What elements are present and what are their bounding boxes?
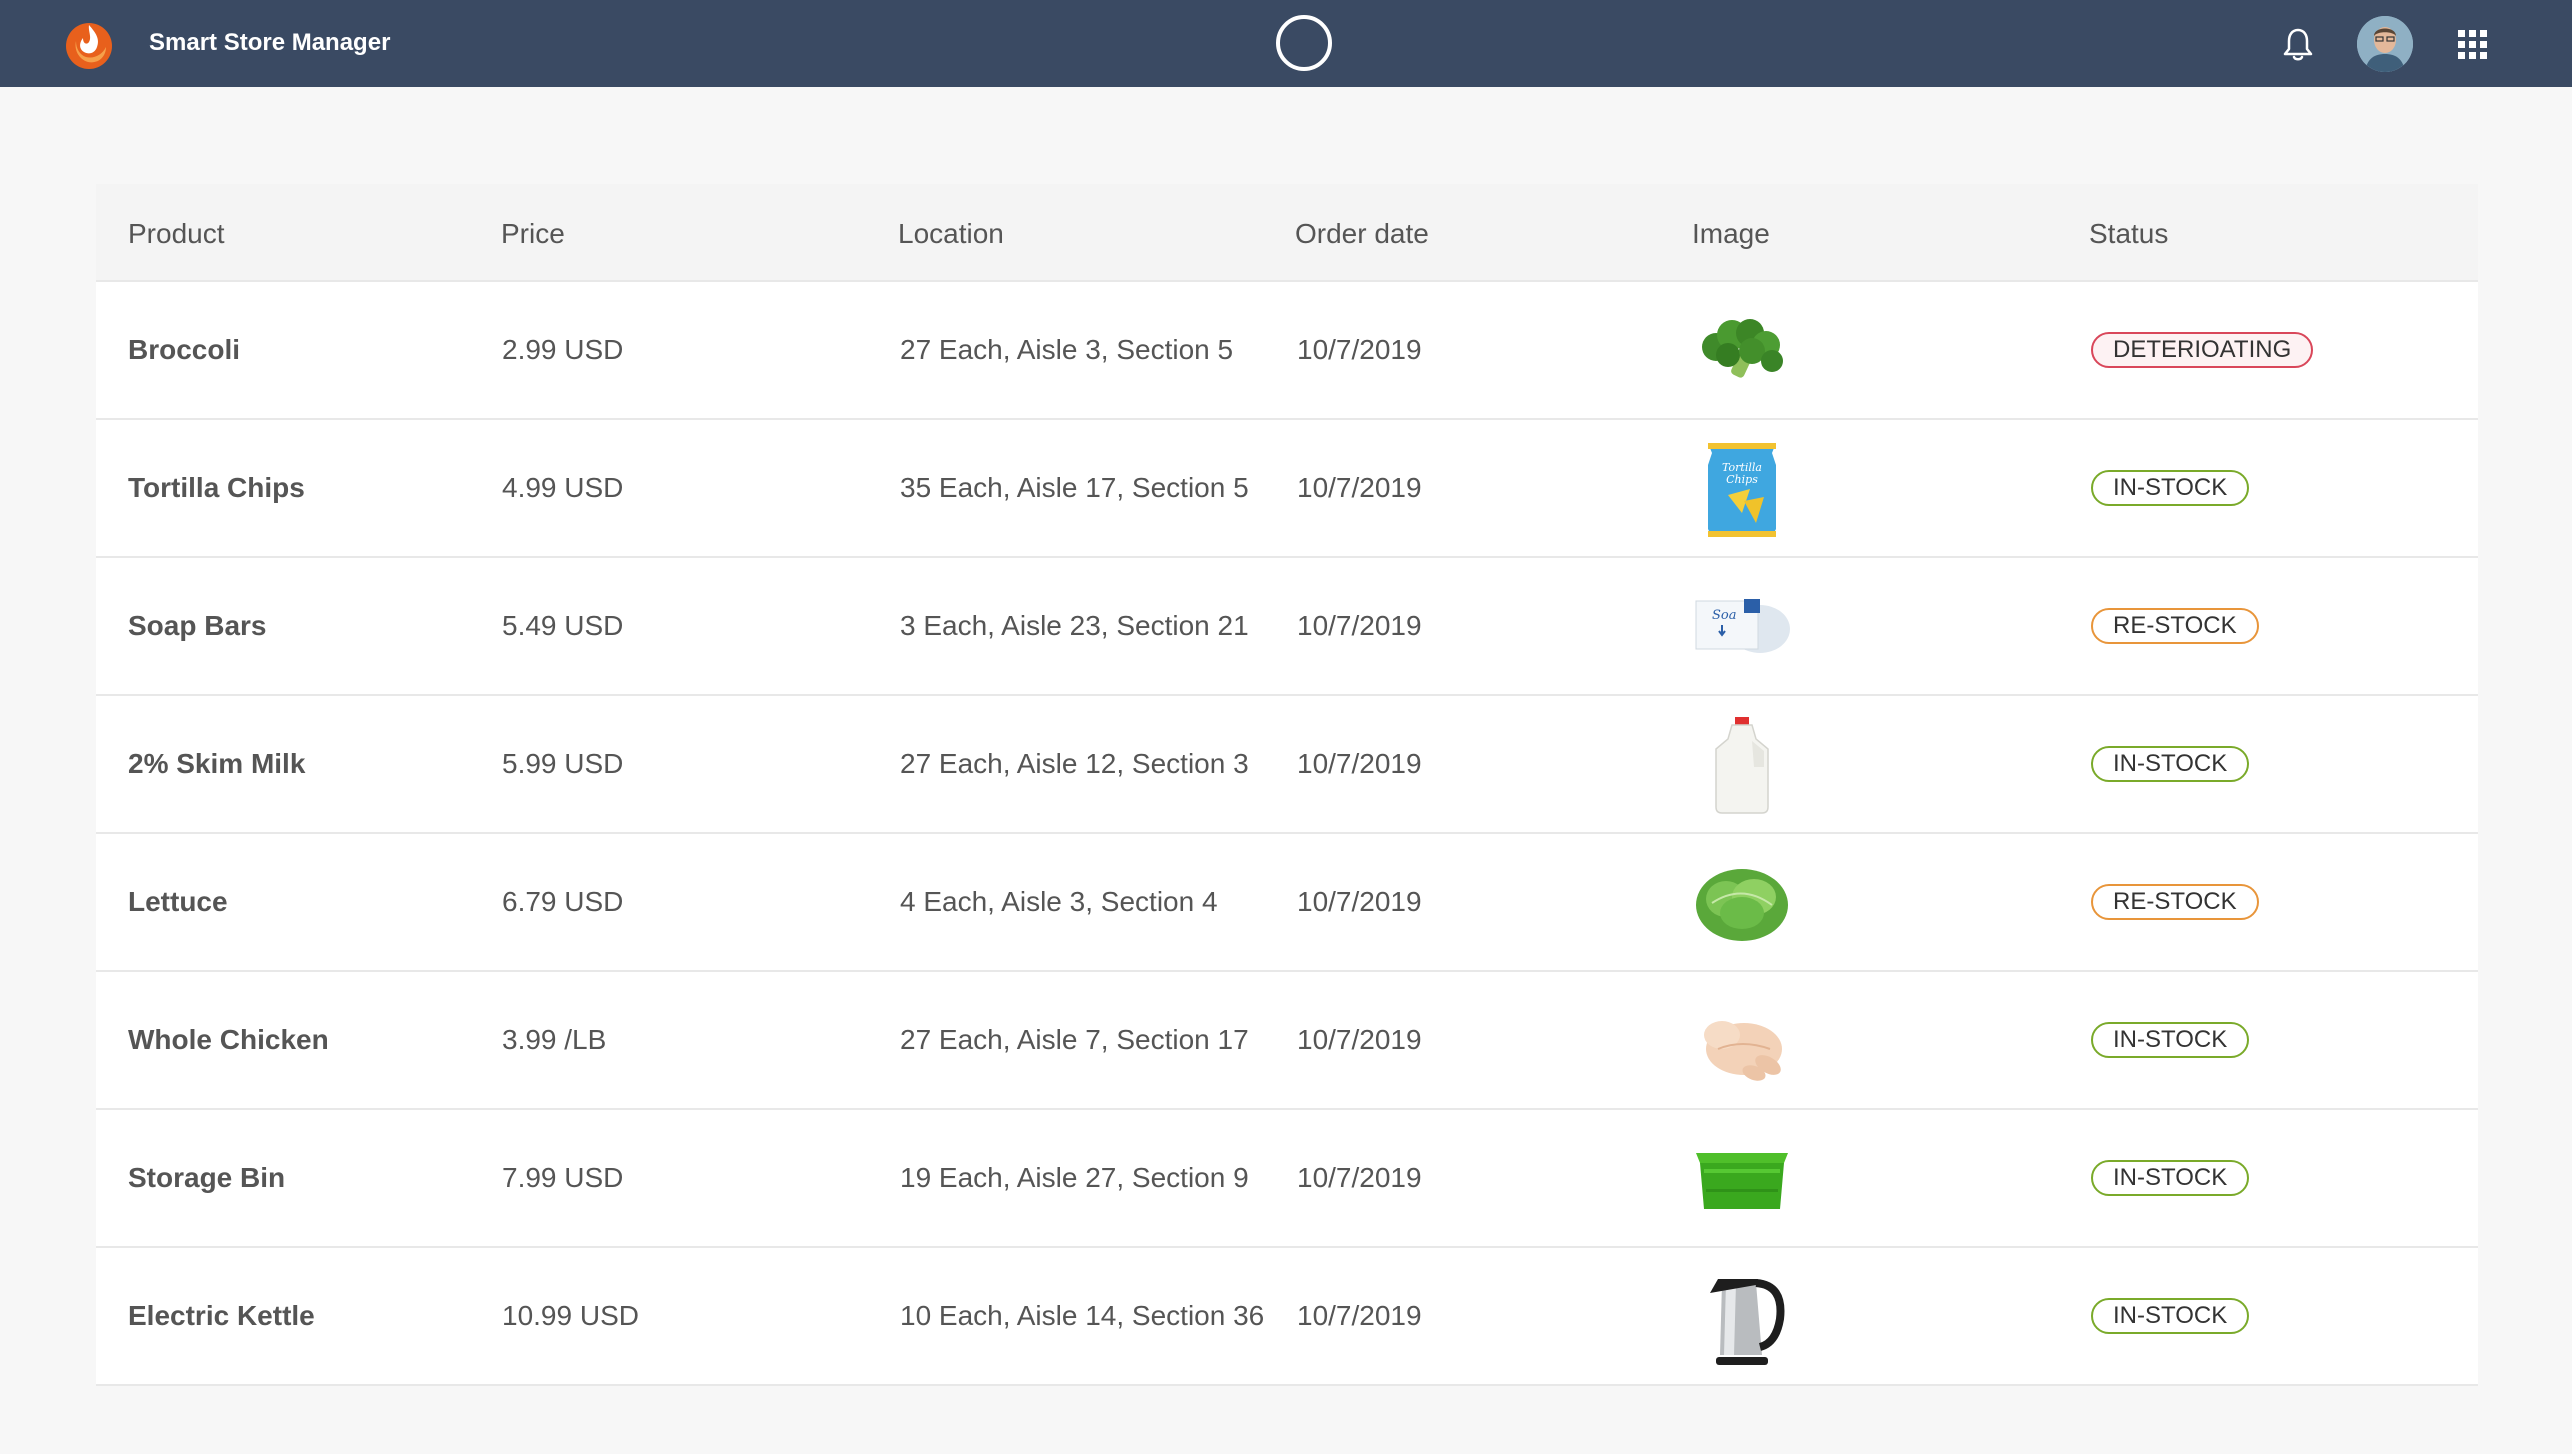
product-name: Electric Kettle <box>128 1300 315 1331</box>
lettuce-image <box>1696 869 1788 941</box>
column-header-product[interactable]: Product <box>128 218 225 250</box>
product-location: 27 Each, Aisle 3, Section 5 <box>900 334 1234 365</box>
product-location: 10 Each, Aisle 14, Section 36 <box>900 1300 1265 1331</box>
product-price: 10.99 USD <box>502 1300 639 1331</box>
loading-spinner-icon <box>1276 15 1332 71</box>
avatar[interactable] <box>2357 16 2413 72</box>
product-name: Storage Bin <box>128 1162 286 1193</box>
product-location: 27 Each, Aisle 12, Section 3 <box>900 748 1249 779</box>
product-name: Broccoli <box>128 334 241 365</box>
top-bar: Smart Store Manager <box>0 0 2572 87</box>
table-row[interactable]: Lettuce 6.79 USD 4 Each, Aisle 3, Sectio… <box>96 834 2478 972</box>
column-header-status[interactable]: Status <box>2089 218 2168 250</box>
whole-chicken-image <box>1704 1021 1782 1081</box>
status-badge: IN-STOCK <box>2091 1298 2250 1334</box>
column-header-image[interactable]: Image <box>1692 218 1770 250</box>
bell-icon[interactable] <box>2280 26 2316 62</box>
product-price: 5.99 USD <box>502 748 624 779</box>
product-name: 2% Skim Milk <box>128 748 306 779</box>
soap-bars-image: Soa <box>1695 599 1790 653</box>
column-header-order-date[interactable]: Order date <box>1295 218 1429 250</box>
table-row[interactable]: Broccoli 2.99 USD 27 Each, Aisle 3, Sect… <box>96 282 2478 420</box>
product-location: 27 Each, Aisle 7, Section 17 <box>900 1024 1249 1055</box>
order-date: 10/7/2019 <box>1297 472 1422 503</box>
storage-bin-image <box>1696 1153 1788 1209</box>
product-price: 5.49 USD <box>502 610 624 641</box>
product-location: 3 Each, Aisle 23, Section 21 <box>900 610 1249 641</box>
apps-grid-icon[interactable] <box>2458 30 2488 60</box>
flame-logo-icon[interactable] <box>62 17 116 71</box>
table-row[interactable]: Storage Bin 7.99 USD 19 Each, Aisle 27, … <box>96 1110 2478 1248</box>
table-header: Product Price Location Order date Image … <box>96 184 2478 282</box>
order-date: 10/7/2019 <box>1297 1300 1422 1331</box>
product-location: 35 Each, Aisle 17, Section 5 <box>900 472 1249 503</box>
milk-jug-image <box>1715 717 1769 814</box>
order-date: 10/7/2019 <box>1297 334 1422 365</box>
status-badge: IN-STOCK <box>2091 1022 2250 1058</box>
broccoli-image <box>1702 319 1783 378</box>
tortilla-chips-image: Tortilla Chips <box>1708 443 1776 537</box>
table-row[interactable]: 2% Skim Milk 5.99 USD 27 Each, Aisle 12,… <box>96 696 2478 834</box>
column-header-location[interactable]: Location <box>898 218 1004 250</box>
product-name: Whole Chicken <box>128 1024 329 1055</box>
inventory-table: Product Price Location Order date Image … <box>96 184 2478 1386</box>
status-badge: RE-STOCK <box>2091 884 2259 920</box>
status-badge: IN-STOCK <box>2091 746 2250 782</box>
product-name: Lettuce <box>128 886 228 917</box>
soap-package-label: Soa <box>1712 608 1736 623</box>
table-row[interactable]: Electric Kettle 10.99 USD 10 Each, Aisle… <box>96 1248 2478 1386</box>
status-badge: IN-STOCK <box>2091 1160 2250 1196</box>
table-row[interactable]: Soap Bars 5.49 USD 3 Each, Aisle 23, Sec… <box>96 558 2478 696</box>
product-price: 4.99 USD <box>502 472 624 503</box>
order-date: 10/7/2019 <box>1297 610 1422 641</box>
table-row[interactable]: Tortilla Chips 4.99 USD 35 Each, Aisle 1… <box>96 420 2478 558</box>
electric-kettle-image <box>1710 1279 1785 1365</box>
table-row[interactable]: Whole Chicken 3.99 /LB 27 Each, Aisle 7,… <box>96 972 2478 1110</box>
status-badge: IN-STOCK <box>2091 470 2250 506</box>
product-location: 4 Each, Aisle 3, Section 4 <box>900 886 1218 917</box>
product-location: 19 Each, Aisle 27, Section 9 <box>900 1162 1249 1193</box>
order-date: 10/7/2019 <box>1297 1024 1422 1055</box>
product-price: 6.79 USD <box>502 886 624 917</box>
app-title: Smart Store Manager <box>149 29 391 56</box>
status-badge: DETERIOATING <box>2091 332 2314 368</box>
chips-package-label: Chips <box>1726 473 1758 486</box>
product-price: 3.99 /LB <box>502 1024 607 1055</box>
order-date: 10/7/2019 <box>1297 748 1422 779</box>
product-name: Tortilla Chips <box>128 472 305 503</box>
order-date: 10/7/2019 <box>1297 1162 1422 1193</box>
order-date: 10/7/2019 <box>1297 886 1422 917</box>
column-header-price[interactable]: Price <box>501 218 565 250</box>
product-name: Soap Bars <box>128 610 267 641</box>
product-price: 2.99 USD <box>502 334 624 365</box>
status-badge: RE-STOCK <box>2091 608 2259 644</box>
product-price: 7.99 USD <box>502 1162 624 1193</box>
